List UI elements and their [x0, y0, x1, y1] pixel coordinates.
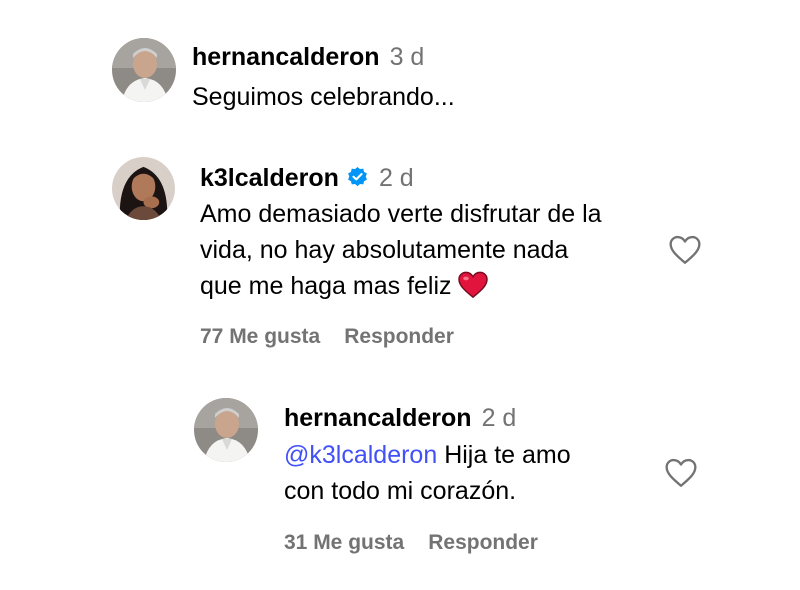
reply2-text-line-2: con todo mi corazón. [284, 477, 517, 505]
reply1-text: Amo demasiado verte disfrutar de la vida… [200, 196, 670, 304]
comment-username[interactable]: hernancalderon [192, 43, 380, 72]
reply1-text-line-3-text: que me haga mas feliz [200, 272, 452, 300]
avatar-hernancalderon[interactable] [112, 38, 176, 102]
comment-header: hernancalderon 3 d [192, 43, 424, 72]
reply1-text-line-2: vida, no hay absolutamente nada [200, 236, 569, 264]
avatar-hernancalderon-reply[interactable] [194, 398, 258, 462]
reply1-actions: 77 Me gusta Responder [200, 325, 454, 349]
reply1-text-line-3: que me haga mas feliz [200, 268, 670, 304]
reply2-text-line-1-text: Hija te amo [444, 441, 571, 469]
avatar-k3lcalderon[interactable] [112, 157, 175, 220]
red-heart-emoji-icon [457, 271, 488, 299]
comment-timestamp[interactable]: 3 d [390, 43, 425, 72]
comments-thread: hernancalderon 3 d Seguimos celebrando..… [0, 0, 800, 590]
reply1-likes-count[interactable]: 77 Me gusta [200, 325, 320, 349]
heart-outline-icon [665, 458, 697, 487]
reply2-actions: 31 Me gusta Responder [284, 531, 538, 555]
reply2-header: hernancalderon 2 d [284, 404, 516, 433]
verified-badge-icon [346, 166, 369, 189]
reply2-reply-button[interactable]: Responder [428, 531, 538, 555]
reply2-username[interactable]: hernancalderon [284, 404, 472, 433]
reply1-like-button[interactable] [668, 234, 702, 266]
reply2-timestamp[interactable]: 2 d [482, 404, 517, 433]
reply2-mention-link[interactable]: @k3lcalderon [284, 441, 437, 469]
reply2-text: @k3lcalderon Hija te amo con todo mi cor… [284, 437, 664, 509]
reply2-text-line-1: @k3lcalderon Hija te amo [284, 437, 664, 473]
reply1-reply-button[interactable]: Responder [344, 325, 454, 349]
heart-outline-icon [669, 235, 701, 264]
reply1-timestamp[interactable]: 2 d [379, 164, 414, 193]
reply1-username[interactable]: k3lcalderon [200, 164, 339, 193]
reply2-like-button[interactable] [664, 457, 698, 489]
comment-text: Seguimos celebrando... [192, 83, 455, 111]
reply1-text-line-1: Amo demasiado verte disfrutar de la [200, 200, 602, 228]
reply1-header: k3lcalderon 2 d [200, 163, 414, 193]
reply2-likes-count[interactable]: 31 Me gusta [284, 531, 404, 555]
